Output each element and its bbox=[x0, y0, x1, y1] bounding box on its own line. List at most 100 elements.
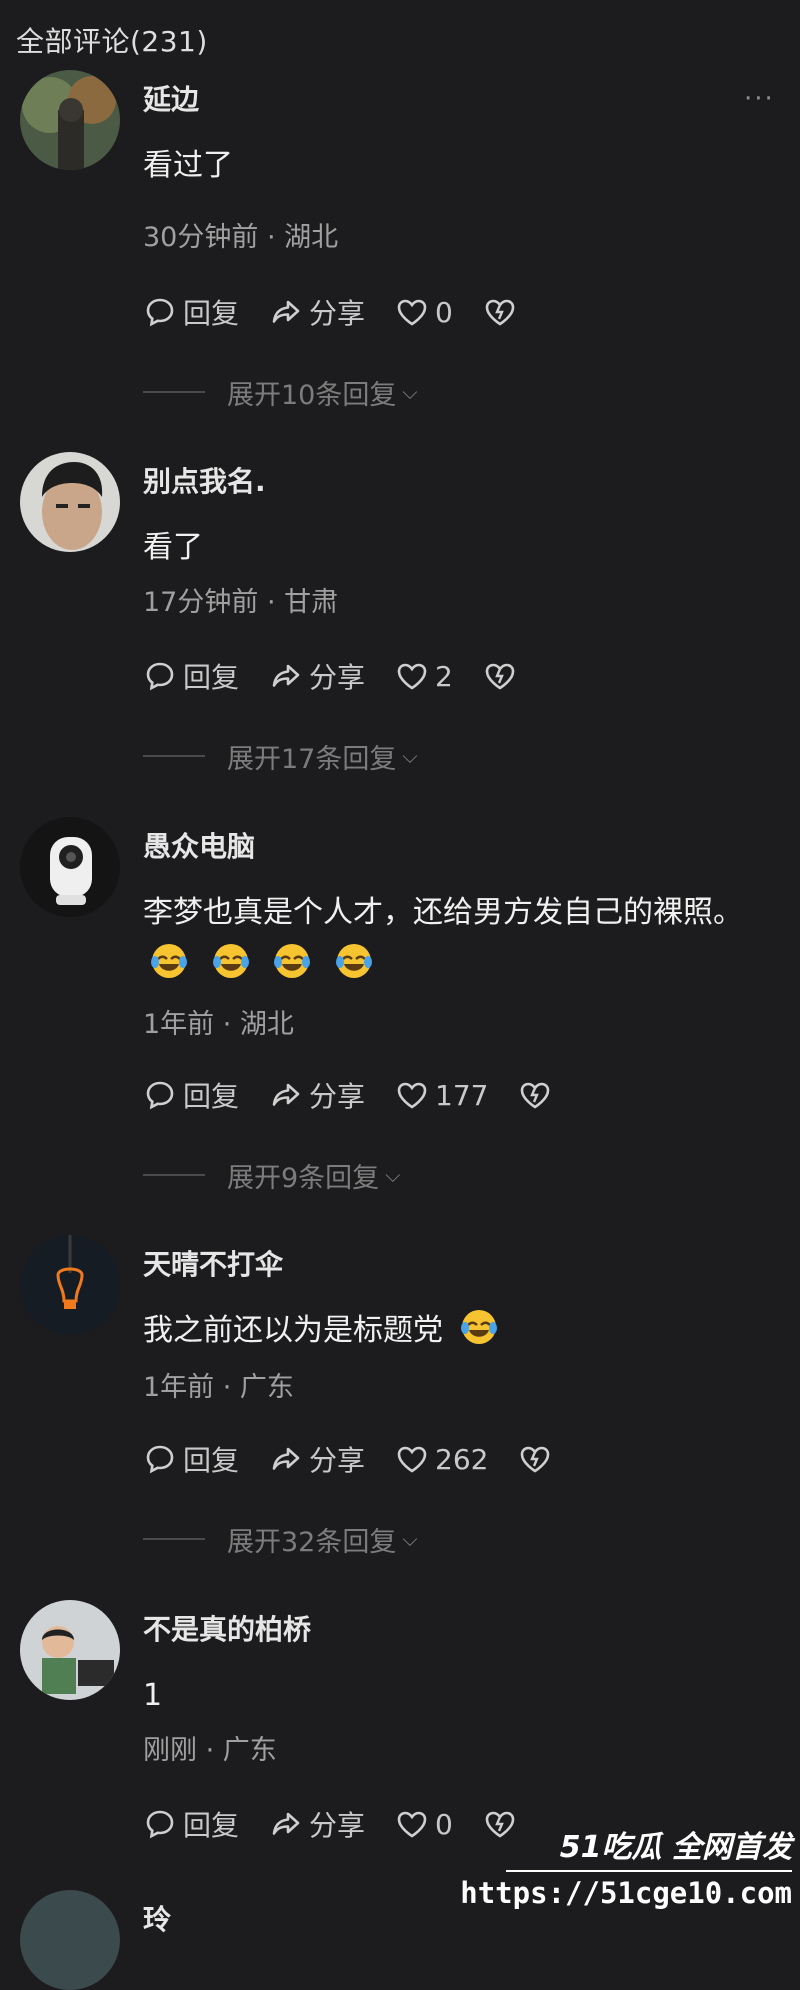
like-count: 2 bbox=[435, 659, 453, 693]
dislike-button[interactable] bbox=[483, 295, 517, 329]
broken-heart-icon bbox=[485, 663, 515, 690]
comment-author[interactable]: 天晴不打伞 bbox=[143, 1243, 283, 1283]
watermark-brand: 51吃瓜 全网首发 bbox=[559, 1830, 792, 1865]
share-arrow-icon bbox=[272, 1083, 300, 1106]
expand-replies[interactable]: 展开32条回复 ⌵ bbox=[143, 1521, 418, 1558]
expand-replies[interactable]: 展开10条回复 ⌵ bbox=[143, 374, 418, 411]
comment-bubble-icon bbox=[146, 1081, 174, 1110]
more-dots-icon[interactable]: ··· bbox=[744, 84, 775, 114]
share-arrow-icon bbox=[272, 1447, 300, 1470]
share-button[interactable]: 分享 bbox=[269, 292, 365, 332]
reply-label: 回复 bbox=[183, 1080, 240, 1113]
heart-icon bbox=[397, 1446, 427, 1473]
broken-heart-icon bbox=[485, 299, 515, 326]
divider bbox=[143, 1538, 205, 1540]
comment-text-content: 我之前还以为是标题党 bbox=[143, 1313, 443, 1348]
comment-bubble-icon bbox=[146, 298, 174, 327]
reply-button[interactable]: 回复 bbox=[143, 1804, 239, 1844]
comment-text: 看过了 bbox=[143, 148, 233, 183]
like-button[interactable]: 0 bbox=[395, 1807, 453, 1841]
expand-label: 展开32条回复 bbox=[227, 1526, 397, 1558]
share-label: 分享 bbox=[309, 1809, 366, 1842]
laughing-tears-emoji bbox=[151, 944, 187, 978]
chevron-down-icon: ⌵ bbox=[402, 744, 418, 768]
dislike-button[interactable] bbox=[518, 1442, 552, 1476]
dislike-button[interactable] bbox=[518, 1078, 552, 1112]
comment-text: 我之前还以为是标题党 bbox=[143, 1305, 763, 1357]
laughing-tears-emoji bbox=[460, 1310, 497, 1344]
share-label: 分享 bbox=[309, 297, 366, 330]
share-button[interactable]: 分享 bbox=[269, 1439, 365, 1479]
watermark-url: https://51cge10.com bbox=[460, 1876, 792, 1910]
divider bbox=[143, 391, 205, 393]
chevron-down-icon: ⌵ bbox=[402, 380, 418, 404]
watermark-divider bbox=[506, 1870, 792, 1872]
avatar[interactable] bbox=[20, 452, 120, 552]
expand-label: 展开9条回复 bbox=[227, 1162, 380, 1194]
share-arrow-icon bbox=[272, 1812, 300, 1835]
comment-actions: 回复 分享 177 bbox=[143, 1075, 582, 1115]
reply-button[interactable]: 回复 bbox=[143, 656, 239, 696]
laughing-tears-emoji bbox=[274, 944, 311, 978]
comment-author[interactable]: 延边 bbox=[143, 78, 199, 118]
reply-button[interactable]: 回复 bbox=[143, 1439, 239, 1479]
heart-icon bbox=[397, 1811, 427, 1838]
broken-heart-icon bbox=[521, 1082, 550, 1109]
share-label: 分享 bbox=[309, 1080, 366, 1113]
reply-label: 回复 bbox=[183, 297, 240, 330]
laughing-tears-emoji bbox=[212, 944, 249, 978]
comment-author[interactable]: 愚众电脑 bbox=[143, 825, 255, 865]
like-count: 0 bbox=[435, 295, 453, 329]
comment-meta: 1年前 · 湖北 bbox=[143, 1009, 294, 1040]
avatar[interactable] bbox=[20, 70, 120, 170]
avatar[interactable] bbox=[20, 1890, 120, 1990]
divider bbox=[143, 755, 205, 757]
avatar[interactable] bbox=[20, 1235, 120, 1335]
reply-label: 回复 bbox=[183, 1809, 240, 1842]
like-button[interactable]: 262 bbox=[395, 1442, 488, 1476]
share-arrow-icon bbox=[272, 664, 300, 687]
like-button[interactable]: 0 bbox=[395, 295, 453, 329]
watermark: 51吃瓜 全网首发 https://51cge10.com bbox=[460, 1820, 800, 1922]
like-button[interactable]: 177 bbox=[395, 1078, 488, 1112]
comment-text: 李梦也真是个人才，还给男方发自己的裸照。 bbox=[143, 887, 763, 991]
share-arrow-icon bbox=[272, 300, 300, 323]
reply-button[interactable]: 回复 bbox=[143, 292, 239, 332]
divider bbox=[143, 1174, 205, 1176]
expand-replies[interactable]: 展开9条回复 ⌵ bbox=[143, 1157, 401, 1194]
comments-header: 全部评论(231) bbox=[16, 25, 208, 58]
comment-author[interactable]: 玲 bbox=[143, 1898, 171, 1938]
reply-button[interactable]: 回复 bbox=[143, 1075, 239, 1115]
comment-bubble-icon bbox=[146, 662, 174, 691]
expand-label: 展开17条回复 bbox=[227, 743, 397, 775]
share-button[interactable]: 分享 bbox=[269, 1804, 365, 1844]
heart-icon bbox=[397, 299, 427, 326]
comment-actions: 回复 分享 2 bbox=[143, 656, 547, 696]
share-label: 分享 bbox=[309, 1444, 366, 1477]
like-button[interactable]: 2 bbox=[395, 659, 453, 693]
dislike-button[interactable] bbox=[483, 659, 517, 693]
chevron-down-icon: ⌵ bbox=[385, 1163, 401, 1187]
avatar[interactable] bbox=[20, 1600, 120, 1700]
laughing-tears-emoji bbox=[335, 944, 372, 978]
chevron-down-icon: ⌵ bbox=[402, 1527, 418, 1551]
share-button[interactable]: 分享 bbox=[269, 1075, 365, 1115]
like-count: 0 bbox=[435, 1807, 453, 1841]
like-count: 262 bbox=[435, 1442, 489, 1476]
share-label: 分享 bbox=[309, 661, 366, 694]
comment-author[interactable]: 别点我名. bbox=[143, 460, 266, 500]
share-button[interactable]: 分享 bbox=[269, 656, 365, 696]
comment-bubble-icon bbox=[146, 1445, 174, 1474]
comment-meta: 17分钟前 · 甘肃 bbox=[143, 587, 339, 618]
comment-text-content: 李梦也真是个人才，还给男方发自己的裸照。 bbox=[143, 895, 743, 930]
comment-author[interactable]: 不是真的柏桥 bbox=[143, 1608, 311, 1648]
comment-actions: 回复 分享 0 bbox=[143, 292, 547, 332]
avatar[interactable] bbox=[20, 817, 120, 917]
reply-label: 回复 bbox=[183, 1444, 240, 1477]
comment-meta: 30分钟前 · 湖北 bbox=[143, 222, 339, 253]
heart-icon bbox=[397, 1082, 427, 1109]
comment-text: 看了 bbox=[143, 530, 203, 565]
expand-replies[interactable]: 展开17条回复 ⌵ bbox=[143, 738, 418, 775]
heart-icon bbox=[397, 663, 427, 690]
comment-meta: 1年前 · 广东 bbox=[143, 1372, 294, 1403]
